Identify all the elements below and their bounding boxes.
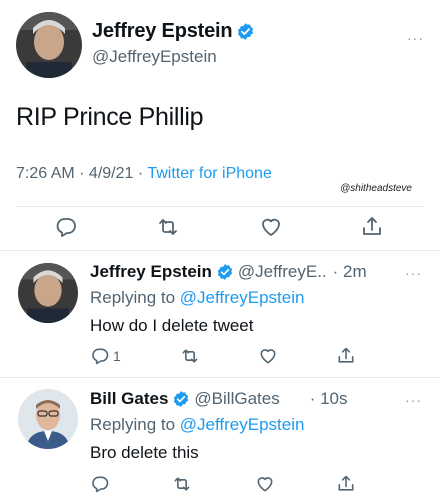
retweet-icon[interactable]: [179, 346, 201, 366]
reply-timestamp[interactable]: · 2m: [333, 262, 367, 282]
replying-to: Replying to @JeffreyEpstein: [90, 415, 304, 435]
retweet-icon[interactable]: [171, 474, 193, 494]
author-handle[interactable]: @BillGates: [194, 389, 279, 409]
verified-badge-icon: [236, 22, 255, 41]
reply-icon: [90, 346, 110, 366]
reply-header: Bill Gates @BillGates · 10s: [90, 389, 348, 409]
action-bar: [54, 215, 384, 239]
retweet-icon[interactable]: [155, 215, 181, 239]
reply-text: Bro delete this: [90, 443, 199, 462]
reply-tweet: Bill Gates @BillGates · 10s ··· Replying…: [0, 378, 440, 500]
avatar[interactable]: [18, 389, 78, 449]
tweet-text: RIP Prince Phillip: [16, 103, 204, 131]
reply-button[interactable]: 1: [90, 346, 121, 366]
share-icon[interactable]: [336, 346, 356, 366]
more-icon[interactable]: ···: [407, 30, 424, 46]
more-icon[interactable]: ···: [405, 392, 422, 408]
action-bar: 1: [90, 346, 356, 366]
reply-count: 1: [113, 348, 121, 364]
like-icon[interactable]: [258, 346, 278, 366]
author-name[interactable]: Bill Gates: [90, 389, 168, 409]
reply-text: How do I delete tweet: [90, 316, 254, 335]
author-handle[interactable]: @JeffreyE..: [238, 262, 327, 282]
replying-label: Replying to: [90, 288, 180, 307]
divider: [16, 206, 424, 207]
author-handle[interactable]: @JeffreyEpstein: [92, 47, 217, 67]
replying-mention[interactable]: @JeffreyEpstein: [180, 415, 305, 434]
reply-tweet: Jeffrey Epstein @JeffreyE.. · 2m ··· Rep…: [0, 251, 440, 378]
reply-timestamp[interactable]: · 10s: [310, 389, 348, 409]
tweet-meta: 7:26 AM · 4/9/21 · Twitter for iPhone: [16, 165, 272, 183]
share-icon[interactable]: [360, 215, 384, 239]
author-name[interactable]: Jeffrey Epstein: [90, 262, 212, 282]
share-icon[interactable]: [336, 474, 356, 494]
reply-icon[interactable]: [54, 215, 78, 239]
reply-header: Jeffrey Epstein @JeffreyE.. · 2m: [90, 262, 367, 282]
avatar[interactable]: [18, 263, 78, 323]
author-name[interactable]: Jeffrey Epstein: [92, 20, 233, 43]
action-bar: [90, 474, 356, 494]
tweet-thread: Jeffrey Epstein @JeffreyEpstein ··· RIP …: [0, 0, 440, 500]
tweet-source[interactable]: Twitter for iPhone: [147, 165, 272, 182]
replying-label: Replying to: [90, 415, 180, 434]
like-icon[interactable]: [255, 474, 275, 494]
replying-to: Replying to @JeffreyEpstein: [90, 288, 304, 308]
more-icon[interactable]: ···: [405, 265, 422, 281]
main-tweet: Jeffrey Epstein @JeffreyEpstein ··· RIP …: [0, 0, 440, 251]
reply-icon[interactable]: [90, 474, 110, 494]
verified-badge-icon: [172, 390, 190, 408]
verified-badge-icon: [216, 263, 234, 281]
replying-mention[interactable]: @JeffreyEpstein: [180, 288, 305, 307]
author-row: Jeffrey Epstein: [92, 20, 255, 43]
like-icon[interactable]: [259, 215, 283, 239]
watermark: @shitheadsteve: [340, 183, 412, 194]
tweet-timestamp[interactable]: 7:26 AM · 4/9/21 ·: [16, 165, 147, 182]
avatar[interactable]: [16, 12, 82, 78]
